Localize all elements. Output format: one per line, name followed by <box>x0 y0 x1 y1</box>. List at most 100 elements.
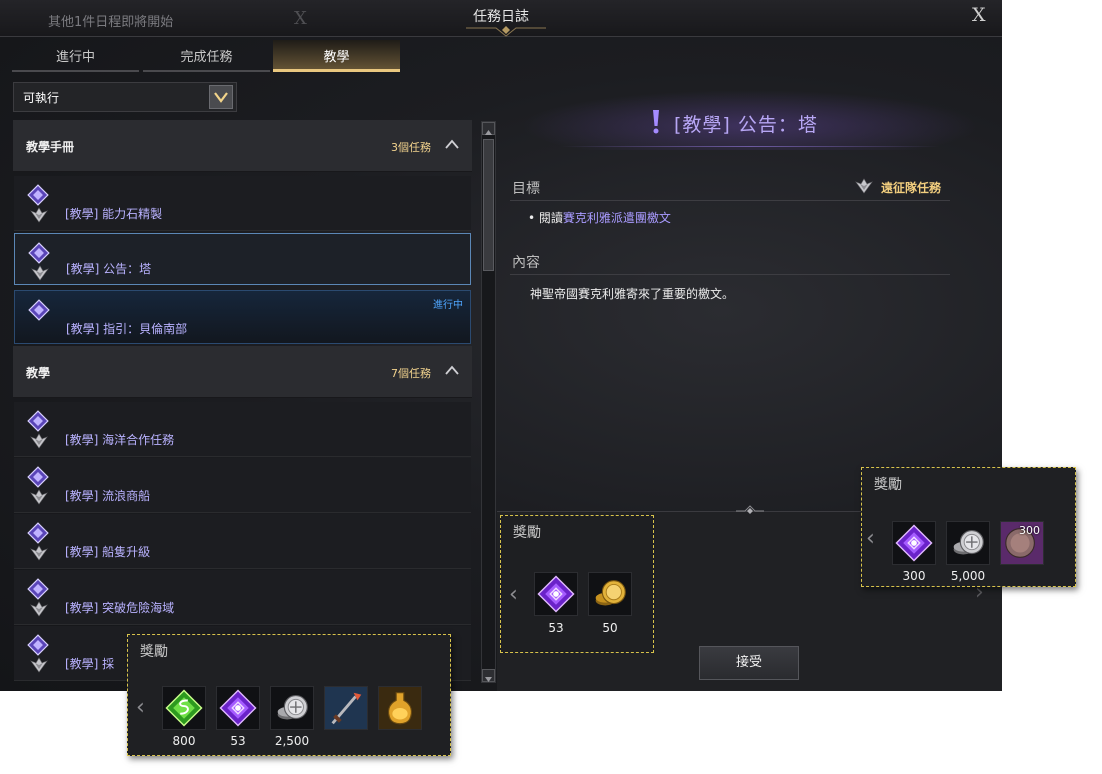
tab-tutorial[interactable]: 教學 <box>273 40 400 72</box>
quest-label: [教學] 採 <box>65 657 115 671</box>
close-window-icon[interactable]: X <box>972 4 986 26</box>
section-header-tutorial[interactable]: 教學 7個任務 <box>13 346 472 398</box>
reward-slot[interactable] <box>270 686 314 730</box>
quest-type-label: 遠征隊任務 <box>881 181 942 195</box>
gold-coin-icon <box>589 573 631 615</box>
chevron-down-icon <box>214 92 228 103</box>
quest-scroll-icon <box>27 578 49 600</box>
divider <box>510 200 950 201</box>
chevron-left-icon[interactable]: ‹ <box>509 582 518 607</box>
quest-filter-dropdown[interactable]: 可執行 <box>13 82 237 112</box>
content-text: 神聖帝國賽克利雅寄來了重要的檄文。 <box>530 287 735 301</box>
quest-label: [教學] 船隻升級 <box>65 545 151 559</box>
window-title: 任務日誌 <box>473 9 529 25</box>
quest-scroll-icon <box>28 242 50 264</box>
reward-slot[interactable] <box>892 521 936 565</box>
potion-bottle-icon <box>379 687 421 729</box>
scrollbar-thumb[interactable] <box>483 139 494 271</box>
title-divider <box>560 146 940 147</box>
silver-coin-icon <box>271 687 313 729</box>
reward-qty: 50 <box>602 621 618 635</box>
reward-slot[interactable] <box>378 686 422 730</box>
quest-label: [教學] 能力石精製 <box>65 207 163 221</box>
goal-objective: • 閱讀賽克利雅派遣團檄文 <box>528 209 671 226</box>
content-heading: 內容 <box>512 255 540 271</box>
reward-popup-right: 獎勵 ‹ 300 5,000 300 <box>861 467 1076 587</box>
quest-item-selected[interactable]: [教學] 公告：塔 <box>14 233 471 285</box>
tab-completed[interactable]: 完成任務 <box>143 40 270 72</box>
expedition-emblem-icon <box>854 177 874 195</box>
filter-selected-value: 可執行 <box>23 91 60 105</box>
reward-slot[interactable] <box>946 521 990 565</box>
scroll-down-icon[interactable] <box>482 669 495 682</box>
title-ornament-icon <box>466 26 546 37</box>
green-gem-icon <box>163 687 205 729</box>
accept-button[interactable]: 接受 <box>699 646 799 680</box>
quest-scroll-icon <box>27 634 49 656</box>
reward-qty: 53 <box>548 621 564 635</box>
goal-heading: 目標 <box>512 181 540 197</box>
purple-crystal-icon <box>217 687 259 729</box>
reward-qty: 5,000 <box>950 569 986 583</box>
reward-qty: 800 <box>172 734 196 748</box>
quest-scroll-icon <box>27 466 49 488</box>
quest-item[interactable]: [教學] 船隻升級 <box>14 514 471 569</box>
reward-title: 獎勵 <box>874 477 902 493</box>
quest-scroll-icon <box>28 299 50 321</box>
quest-detail-title: [教學] 公告：塔 <box>674 114 818 136</box>
wing-emblem-icon <box>30 265 50 281</box>
tab-label: 教學 <box>323 50 350 65</box>
wing-emblem-icon <box>29 489 49 505</box>
quest-item-in-progress[interactable]: [教學] 指引：貝倫南部 進行中 <box>14 290 471 344</box>
quest-list-scrollbar[interactable] <box>481 121 496 683</box>
exclamation-quest-icon <box>653 110 659 134</box>
reward-title: 獎勵 <box>513 525 541 541</box>
reward-qty: 2,500 <box>274 734 310 748</box>
purple-crystal-icon <box>535 573 577 615</box>
quest-list: 教學手冊 3個任務 [教學] 能力石精製 [教學] 公告：塔 [教學] 指引：貝… <box>13 120 473 690</box>
chevron-left-icon[interactable]: ‹ <box>136 695 145 720</box>
section-header-tutorial-manual[interactable]: 教學手冊 3個任務 <box>13 120 472 172</box>
reward-title: 獎勵 <box>140 644 168 660</box>
chevron-left-icon[interactable]: ‹ <box>866 526 875 551</box>
slot-count: 300 <box>1019 524 1040 537</box>
quest-item[interactable]: [教學] 流浪商船 <box>14 458 471 513</box>
title-bar: 其他1件日程即將開始 X 任務日誌 X <box>0 0 1002 37</box>
quest-scroll-icon <box>27 522 49 544</box>
chevron-up-icon[interactable] <box>445 139 459 149</box>
quest-item[interactable]: [教學] 突破危險海域 <box>14 570 471 625</box>
harpoon-icon <box>325 687 367 729</box>
tab-label: 進行中 <box>55 50 95 65</box>
reward-slot[interactable] <box>162 686 206 730</box>
section-count: 7個任務 <box>391 367 431 380</box>
quest-item[interactable]: [教學] 能力石精製 <box>14 176 471 231</box>
quest-label: [教學] 公告：塔 <box>66 262 152 276</box>
dropdown-toggle-button[interactable] <box>209 85 233 109</box>
reward-slot[interactable] <box>216 686 260 730</box>
silver-coin-icon <box>947 522 989 564</box>
wing-emblem-icon <box>29 657 49 673</box>
wing-emblem-icon <box>29 433 49 449</box>
wing-emblem-icon <box>29 601 49 617</box>
divider <box>510 274 950 275</box>
reward-slot[interactable] <box>534 572 578 616</box>
chevron-up-icon[interactable] <box>445 365 459 375</box>
quest-label: [教學] 突破危險海域 <box>65 601 175 615</box>
quest-scroll-icon <box>27 410 49 432</box>
reward-qty: 300 <box>902 569 926 583</box>
reward-qty: 53 <box>230 734 246 748</box>
reward-slot[interactable] <box>588 572 632 616</box>
reward-slot[interactable]: 300 <box>1000 521 1044 565</box>
quest-label: [教學] 指引：貝倫南部 <box>66 322 188 336</box>
wing-emblem-icon <box>29 545 49 561</box>
reward-slot[interactable] <box>324 686 368 730</box>
goal-target-link[interactable]: 賽克利雅派遣團檄文 <box>563 211 671 225</box>
panel-ornament-icon <box>736 505 764 514</box>
scroll-up-icon[interactable] <box>482 122 495 135</box>
tab-in-progress[interactable]: 進行中 <box>12 40 139 72</box>
tab-label: 完成任務 <box>180 50 233 65</box>
quest-scroll-icon <box>27 184 49 206</box>
quest-journal-window: 其他1件日程即將開始 X 任務日誌 X 進行中 完成任務 教學 可執行 教學手冊… <box>0 0 1002 691</box>
quest-item[interactable]: [教學] 海洋合作任務 <box>14 402 471 457</box>
section-title: 教學 <box>26 366 51 380</box>
